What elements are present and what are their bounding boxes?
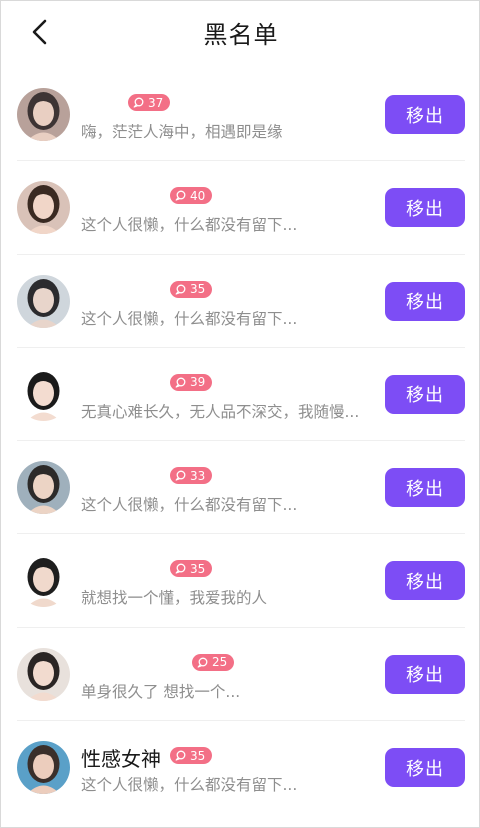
avatar-image	[17, 554, 70, 608]
user-bio: 这个人很懒，什么都没有留下...	[81, 776, 298, 795]
chat-bubble-icon	[175, 750, 186, 761]
avatar[interactable]	[17, 274, 70, 328]
message-count-badge: 35	[170, 280, 213, 298]
avatar[interactable]	[17, 461, 70, 515]
user-bio: 这个人很懒，什么都没有留下...	[81, 496, 298, 515]
remove-button[interactable]: 移出	[385, 654, 465, 694]
user-bio: 这个人很懒，什么都没有留下...	[81, 216, 298, 235]
avatar-image	[17, 367, 70, 421]
message-count: 25	[212, 655, 228, 670]
chat-bubble-icon	[175, 377, 186, 388]
message-count: 35	[190, 748, 206, 763]
remove-button[interactable]: 移出	[385, 281, 465, 321]
remove-button[interactable]: 移出	[385, 95, 465, 134]
chat-bubble-icon	[175, 190, 186, 201]
message-count: 40	[190, 188, 206, 203]
user-name: 性感女神	[81, 747, 161, 772]
app-window: 黑名单 37 嗨，茫茫人海中，相遇即是缘 移出 40 这个人很懒，什么都没有留下...…	[0, 0, 480, 828]
avatar[interactable]	[17, 181, 70, 235]
message-count: 35	[190, 561, 206, 576]
remove-button[interactable]: 移出	[385, 188, 465, 228]
list-item[interactable]: 35 这个人很懒，什么都没有留下... 移出	[1, 255, 480, 349]
message-count-badge: 33	[170, 467, 213, 485]
list-item[interactable]: 35 就想找一个懂，我爱我的人 移出	[1, 534, 480, 629]
chat-bubble-icon	[175, 564, 186, 575]
list-item[interactable]: 25 单身很久了 想找一个... 移出	[1, 628, 480, 722]
blacklist: 37 嗨，茫茫人海中，相遇即是缘 移出 40 这个人很懒，什么都没有留下... 移出 3…	[1, 68, 480, 814]
remove-button[interactable]: 移出	[385, 748, 465, 788]
avatar[interactable]	[17, 647, 70, 701]
avatar-image	[17, 181, 70, 235]
list-item[interactable]: 39 无真心难长久，无人品不深交，我随慢... 移出	[1, 348, 480, 442]
message-count: 37	[148, 95, 164, 110]
user-bio: 嗨，茫茫人海中，相遇即是缘	[81, 123, 283, 141]
message-count-badge: 35	[170, 560, 213, 578]
avatar-image	[17, 88, 70, 141]
message-count-badge: 25	[192, 653, 235, 671]
message-count: 39	[190, 375, 206, 390]
remove-button[interactable]: 移出	[385, 468, 465, 508]
message-count-badge: 40	[170, 187, 213, 205]
avatar-image	[17, 647, 70, 701]
message-count-badge: 35	[170, 747, 213, 765]
avatar-image	[17, 461, 70, 515]
avatar[interactable]	[17, 741, 70, 795]
message-count: 33	[190, 468, 206, 483]
remove-button[interactable]: 移出	[385, 561, 465, 601]
chat-bubble-icon	[175, 284, 186, 295]
chat-bubble-icon	[197, 657, 208, 668]
list-item[interactable]: 33 这个人很懒，什么都没有留下... 移出	[1, 441, 480, 535]
message-count: 35	[190, 282, 206, 297]
message-count-badge: 37	[128, 94, 171, 111]
user-bio: 这个人很懒，什么都没有留下...	[81, 309, 298, 328]
list-item[interactable]: 37 嗨，茫茫人海中，相遇即是缘 移出	[1, 68, 480, 162]
user-bio: 就想找一个懂，我爱我的人	[81, 589, 268, 608]
user-bio: 单身很久了 想找一个...	[81, 682, 241, 701]
list-item[interactable]: 40 这个人很懒，什么都没有留下... 移出	[1, 161, 480, 255]
avatar[interactable]	[17, 88, 70, 141]
avatar[interactable]	[17, 367, 70, 421]
user-bio: 无真心难长久，无人品不深交，我随慢...	[81, 402, 360, 421]
chat-bubble-icon	[133, 97, 144, 108]
message-count-badge: 39	[170, 373, 213, 391]
chat-bubble-icon	[175, 470, 186, 481]
top-bar: 黑名单	[1, 1, 480, 63]
page-title: 黑名单	[203, 21, 279, 49]
remove-button[interactable]: 移出	[385, 374, 465, 414]
avatar-image	[17, 741, 70, 795]
avatar[interactable]	[17, 554, 70, 608]
avatar-image	[17, 274, 70, 328]
list-item[interactable]: 性感女神 35 这个人很懒，什么都没有留下... 移出	[1, 721, 480, 814]
